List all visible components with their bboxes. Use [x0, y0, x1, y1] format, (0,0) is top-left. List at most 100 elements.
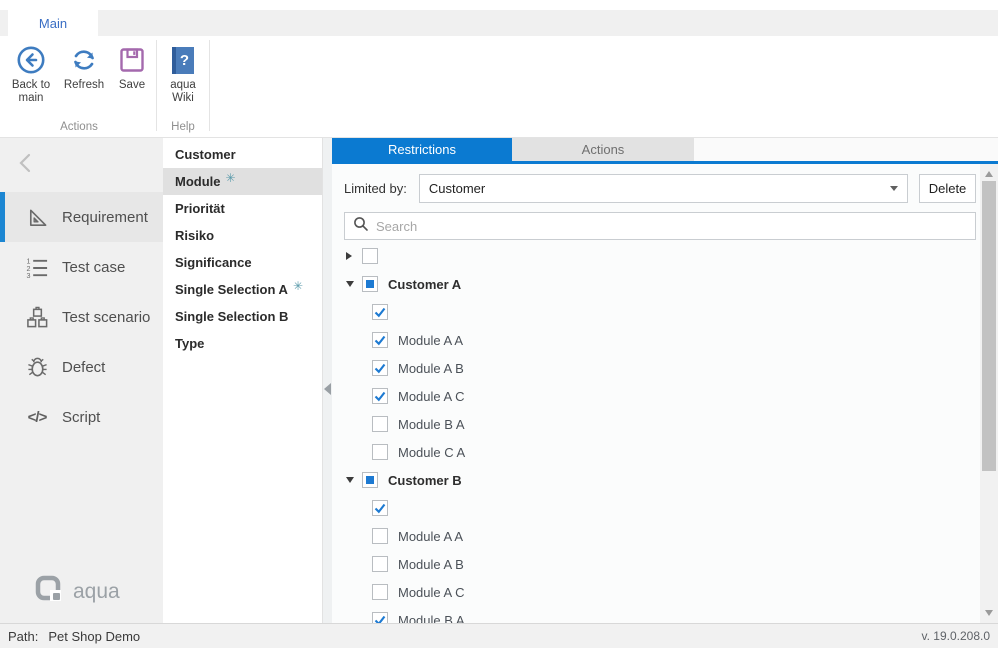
panel-tab-bar: Restrictions Actions: [332, 138, 998, 161]
field-item-label: Type: [175, 336, 204, 351]
sidebar-item-label: Test case: [62, 259, 125, 276]
tree-item-label: Module A C: [398, 389, 465, 404]
tab-actions[interactable]: Actions: [512, 138, 694, 161]
field-item-label: Significance: [175, 255, 252, 270]
version-label: v. 19.0.208.0: [922, 629, 991, 643]
sidebar-item-test-scenario[interactable]: Test scenario: [0, 292, 163, 342]
expander-collapse-icon[interactable]: [346, 278, 362, 290]
scrollbar-thumb[interactable]: [982, 181, 996, 471]
save-button[interactable]: Save: [110, 36, 154, 121]
application-window: Main Back to main: [0, 0, 998, 648]
tree-item-module-a-a[interactable]: Module A A: [354, 326, 976, 354]
tree-item-label: Module C A: [398, 445, 465, 460]
tree-item-module-a-b[interactable]: Module A B: [354, 550, 976, 578]
sidebar-item-defect[interactable]: Defect: [0, 342, 163, 392]
tree-item-label: Module B A: [398, 417, 465, 432]
search-box[interactable]: [344, 212, 976, 240]
sidebar-item-script[interactable]: </>Script: [0, 392, 163, 442]
field-item-single-selection-b[interactable]: Single Selection B: [163, 303, 322, 330]
search-icon: [353, 216, 369, 232]
search-input[interactable]: [376, 219, 967, 234]
checkbox-unchecked[interactable]: [372, 416, 388, 432]
field-item-significance[interactable]: Significance: [163, 249, 322, 276]
field-list: Customer Module✳PrioritätRisiko Significan…: [163, 138, 323, 623]
back-to-main-label: Back to main: [12, 79, 50, 105]
expander-spacer: [356, 306, 372, 318]
checkbox-checked[interactable]: [372, 360, 388, 376]
tree-item-module-b-a[interactable]: Module B A: [354, 410, 976, 438]
checkbox-unchecked[interactable]: [372, 556, 388, 572]
path-value: Pet Shop Demo: [48, 629, 140, 644]
checkbox-checked[interactable]: [372, 332, 388, 348]
expander-spacer: [356, 530, 372, 542]
tree-item[interactable]: [354, 298, 976, 326]
tab-restrictions[interactable]: Restrictions: [332, 138, 512, 161]
field-item-type[interactable]: Type: [163, 330, 322, 357]
ribbon-tab-main[interactable]: Main: [8, 10, 98, 36]
checkbox-unchecked[interactable]: [372, 444, 388, 460]
expander-spacer: [356, 334, 372, 346]
panel-splitter[interactable]: [323, 138, 332, 623]
sidebar-item-label: Test scenario: [62, 309, 150, 326]
tree-item-customer-a[interactable]: Customer A: [344, 270, 976, 298]
checkbox-indeterminate[interactable]: [362, 472, 378, 488]
tree-item[interactable]: [354, 494, 976, 522]
numbered-list-icon: 1 2 3: [26, 256, 49, 279]
sidebar-item-requirement[interactable]: Requirement: [0, 192, 163, 242]
field-item-label: Single Selection A: [175, 282, 288, 297]
aqua-wiki-label: aqua Wiki: [170, 79, 196, 105]
field-item-single-selection-a[interactable]: Single Selection A✳: [163, 276, 322, 303]
tree-item-module-a-b[interactable]: Module A B: [354, 354, 976, 382]
field-item-customer[interactable]: Customer: [163, 141, 322, 168]
delete-button[interactable]: Delete: [919, 174, 976, 203]
checkbox-unchecked[interactable]: [362, 248, 378, 264]
ribbon-group-help: ? aqua Wiki Help: [159, 36, 207, 137]
scroll-up-icon[interactable]: [985, 171, 993, 177]
expander-collapse-icon[interactable]: [346, 474, 362, 486]
tree-item-module-a-a[interactable]: Module A A: [354, 522, 976, 550]
field-item-label: Single Selection B: [175, 309, 288, 324]
field-item-priorit-t[interactable]: Priorität: [163, 195, 322, 222]
tree-item-label: Module A B: [398, 557, 464, 572]
refresh-button[interactable]: Refresh: [58, 36, 110, 121]
back-to-main-button[interactable]: Back to main: [4, 36, 58, 121]
expander-expand-icon[interactable]: [346, 250, 362, 262]
refresh-arrows-icon: [69, 45, 99, 75]
path-label: Path:: [8, 629, 38, 644]
scroll-down-icon[interactable]: [985, 610, 993, 616]
tree-item-module-a-c[interactable]: Module A C: [354, 382, 976, 410]
field-item-risiko[interactable]: Risiko: [163, 222, 322, 249]
ribbon-body: Back to main Refresh Save: [0, 36, 998, 137]
checkbox-indeterminate[interactable]: [362, 276, 378, 292]
checkbox-unchecked[interactable]: [372, 528, 388, 544]
chevron-down-icon[interactable]: [890, 186, 898, 191]
aqua-wiki-button[interactable]: ? aqua Wiki: [159, 36, 207, 121]
checkbox-checked[interactable]: [372, 612, 388, 623]
tree-item-module-a-c[interactable]: Module A C: [354, 578, 976, 606]
sidebar-collapse-chevron-icon[interactable]: [16, 152, 34, 174]
sidebar-item-test-case[interactable]: 1 2 3 Test case: [0, 242, 163, 292]
tree-item-customer-b[interactable]: Customer B: [344, 466, 976, 494]
field-item-module[interactable]: Module✳: [163, 168, 322, 195]
tree-item[interactable]: [344, 242, 976, 270]
wiki-book-icon: ?: [172, 47, 194, 74]
expander-spacer: [356, 502, 372, 514]
checkbox-checked[interactable]: [372, 304, 388, 320]
vertical-scrollbar[interactable]: [980, 164, 998, 623]
tree-item-module-c-a[interactable]: Module C A: [354, 438, 976, 466]
checkbox-unchecked[interactable]: [372, 584, 388, 600]
ribbon-separator: [156, 40, 157, 131]
ribbon-group-label-help: Help: [159, 121, 207, 137]
field-item-label: Customer: [175, 147, 236, 162]
status-bar: Path: Pet Shop Demo v. 19.0.208.0: [0, 623, 998, 648]
checkbox-checked[interactable]: [372, 500, 388, 516]
splitter-collapse-icon[interactable]: [324, 383, 331, 395]
tree-item-module-b-a[interactable]: Module B A: [354, 606, 976, 623]
refresh-label: Refresh: [64, 79, 104, 92]
title-bar: [0, 0, 998, 10]
checkbox-checked[interactable]: [372, 388, 388, 404]
restriction-tree: Customer A Module A A Module A B Module A C…: [344, 242, 976, 623]
ribbon-group-actions: Back to main Refresh Save: [4, 36, 154, 137]
tree-item-label: Module A A: [398, 333, 463, 348]
limited-by-combobox[interactable]: Customer: [419, 174, 908, 203]
